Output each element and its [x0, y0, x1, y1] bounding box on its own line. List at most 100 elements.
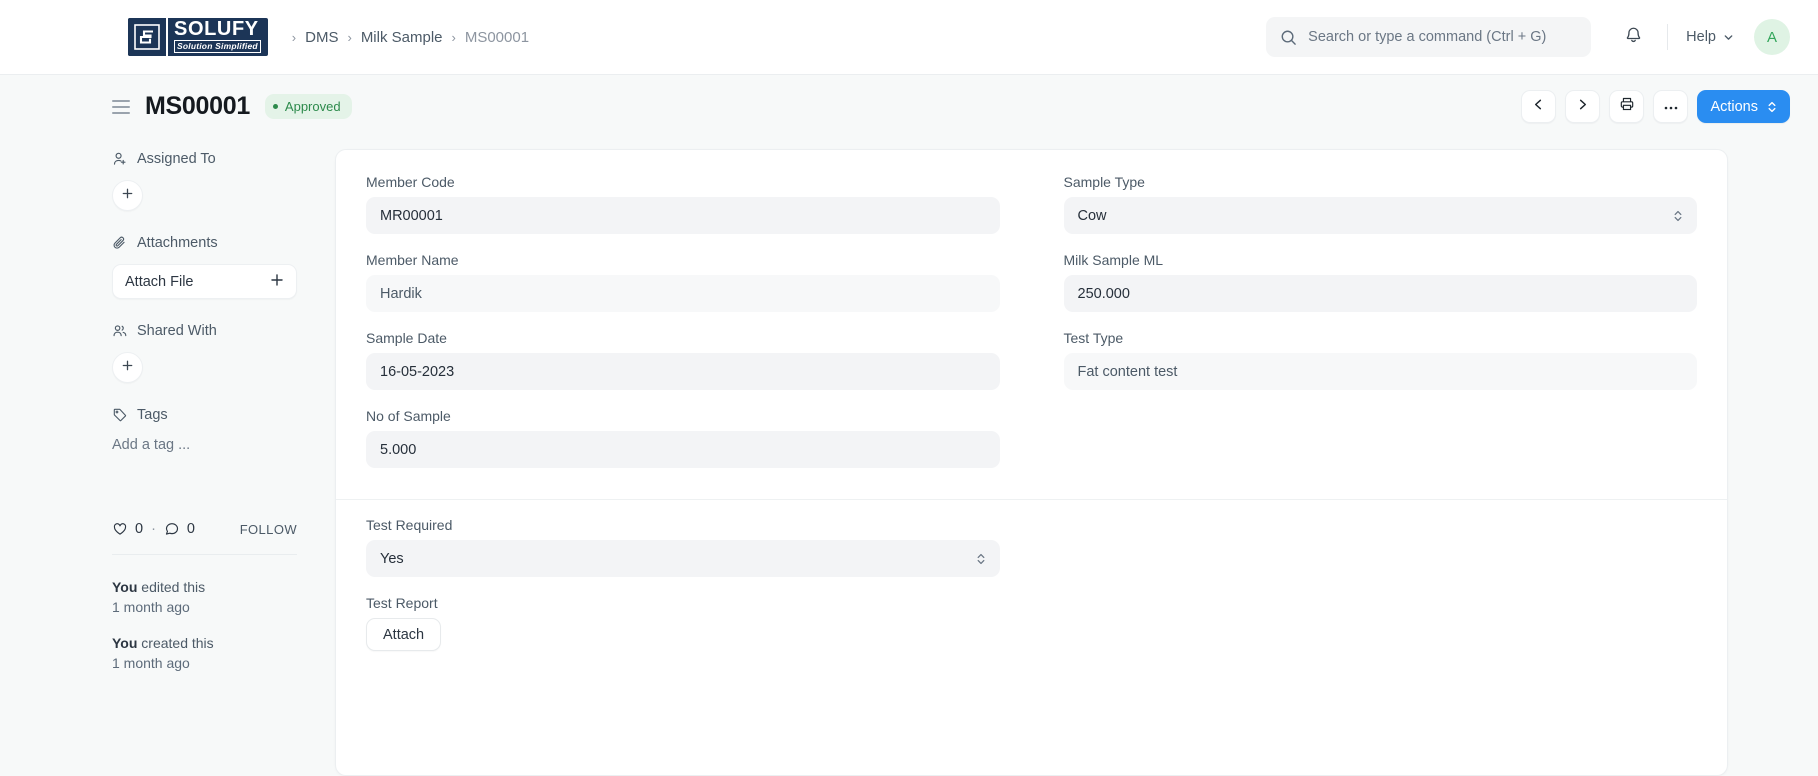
breadcrumb-separator: › — [451, 29, 456, 45]
sample-type-select[interactable]: Cow — [1063, 197, 1697, 234]
breadcrumb-item-milk-sample[interactable]: Milk Sample — [361, 29, 443, 46]
tags-header: Tags — [112, 407, 335, 423]
avatar[interactable]: A — [1754, 19, 1790, 55]
field-label: Test Report — [366, 595, 438, 611]
paperclip-icon — [112, 235, 128, 251]
activity-item: You created this 1 month ago — [112, 633, 297, 673]
field-label: Test Type — [1063, 330, 1124, 346]
test-required-select[interactable]: Yes — [366, 540, 1000, 577]
actions-button[interactable]: Actions — [1697, 90, 1790, 123]
field-test-report: Test Report Attach — [366, 595, 1000, 651]
hamburger-icon[interactable] — [112, 99, 132, 114]
breadcrumb: › DMS › Milk Sample › MS00001 — [283, 29, 529, 46]
form-section-primary: Member Code MR00001 Member Name Hardik S… — [336, 174, 1727, 500]
field-label: Member Name — [366, 252, 459, 268]
field-member-name: Member Name Hardik — [366, 252, 1000, 312]
field-label: Sample Type — [1063, 174, 1145, 190]
meta-divider — [112, 554, 297, 555]
milk-sample-ml-input[interactable]: 250.000 — [1063, 275, 1697, 312]
field-label: Member Code — [366, 174, 455, 190]
help-menu-button[interactable]: Help — [1686, 29, 1734, 45]
chevron-down-icon — [1723, 32, 1734, 43]
global-search[interactable] — [1266, 17, 1592, 57]
solufy-logo-wordmark: SOLUFY Solution Simplified — [166, 18, 268, 56]
search-input[interactable] — [1308, 29, 1578, 45]
next-record-button[interactable] — [1565, 90, 1601, 123]
chevron-up-down-icon — [1673, 209, 1683, 223]
help-label: Help — [1686, 29, 1716, 45]
logo-word: SOLUFY — [174, 18, 259, 40]
member-name-input[interactable]: Hardik — [366, 275, 1000, 312]
test-type-input[interactable]: Fat content test — [1063, 353, 1697, 390]
activity-actor: You — [112, 635, 138, 651]
navbar-divider — [1667, 24, 1669, 50]
chevron-left-icon — [1532, 98, 1545, 116]
previous-record-button[interactable] — [1521, 90, 1557, 123]
status-badge: Approved — [264, 94, 352, 119]
form-column-right-secondary — [1032, 517, 1698, 669]
add-assignee-button[interactable] — [112, 180, 143, 211]
heart-icon[interactable] — [112, 521, 128, 537]
engagement-row: 0 · 0 FOLLOW — [112, 521, 297, 537]
chevron-right-icon — [1576, 98, 1589, 116]
sidebar-section-assigned-to: Assigned To — [112, 151, 335, 211]
page-title: MS00001 — [145, 92, 250, 120]
page-body: Assigned To Attachments Attach File Shar… — [0, 138, 1818, 776]
activity-item: You edited this 1 month ago — [112, 577, 297, 617]
plus-icon — [121, 359, 134, 377]
avatar-initial: A — [1766, 28, 1777, 46]
form-column-left-secondary: Test Required Yes Test Report Attach — [366, 517, 1032, 669]
breadcrumb-item-current: MS00001 — [464, 28, 530, 46]
user-plus-icon — [112, 151, 128, 167]
breadcrumb-separator: › — [291, 29, 297, 45]
search-icon — [1280, 29, 1297, 46]
breadcrumb-item-dms[interactable]: DMS — [305, 29, 338, 46]
attachments-label: Attachments — [137, 235, 218, 251]
users-icon — [112, 323, 128, 339]
activity-actor: You — [112, 579, 138, 595]
page-header: MS00001 Approved Actions — [0, 75, 1818, 138]
tags-label: Tags — [137, 407, 168, 423]
field-label: Sample Date — [366, 330, 447, 346]
comment-icon[interactable] — [164, 521, 180, 537]
activity-time: 1 month ago — [112, 655, 190, 671]
field-label: No of Sample — [366, 408, 451, 424]
field-test-type: Test Type Fat content test — [1063, 330, 1697, 390]
add-tag-input[interactable]: Add a tag ... — [112, 436, 335, 453]
member-code-input[interactable]: MR00001 — [366, 197, 1000, 234]
print-button[interactable] — [1609, 90, 1645, 123]
follow-button[interactable]: FOLLOW — [240, 522, 297, 537]
field-sample-date: Sample Date 16-05-2023 — [366, 330, 1000, 390]
status-dot-icon — [272, 104, 278, 109]
sidebar-section-attachments: Attachments Attach File — [112, 235, 335, 299]
sidebar-section-tags: Tags Add a tag ... — [112, 407, 335, 453]
sidebar-section-shared-with: Shared With — [112, 323, 335, 383]
shared-with-header: Shared With — [112, 323, 335, 339]
solufy-logo[interactable]: SOLUFY Solution Simplified — [128, 18, 268, 56]
top-navbar: SOLUFY Solution Simplified › DMS › Milk … — [0, 0, 1818, 75]
attach-file-label: Attach File — [125, 273, 194, 290]
notifications-button[interactable] — [1617, 21, 1649, 53]
attachments-header: Attachments — [112, 235, 335, 251]
chevron-up-down-icon — [1767, 100, 1777, 114]
assigned-to-header: Assigned To — [112, 151, 335, 167]
field-milk-sample-ml: Milk Sample ML 250.000 — [1063, 252, 1697, 312]
status-label: Approved — [284, 99, 341, 114]
logo-tagline: Solution Simplified — [174, 40, 261, 53]
more-options-button[interactable] — [1653, 90, 1689, 123]
field-label: Test Required — [366, 517, 453, 533]
assigned-to-label: Assigned To — [137, 151, 216, 167]
plus-icon — [121, 187, 134, 205]
field-member-code: Member Code MR00001 — [366, 174, 1000, 234]
activity-time: 1 month ago — [112, 599, 190, 615]
add-shared-user-button[interactable] — [112, 352, 143, 383]
printer-icon — [1619, 96, 1635, 117]
page-header-actions: Actions — [1521, 90, 1790, 123]
form-section-secondary: Test Required Yes Test Report Attach — [336, 500, 1727, 669]
sample-date-input[interactable]: 16-05-2023 — [366, 353, 1000, 390]
test-report-attach-button[interactable]: Attach — [366, 618, 442, 651]
no-of-sample-input[interactable]: 5.000 — [366, 431, 1000, 468]
form-column-left: Member Code MR00001 Member Name Hardik S… — [366, 174, 1032, 486]
attach-file-button[interactable]: Attach File — [112, 264, 297, 299]
field-no-of-sample: No of Sample 5.000 — [366, 408, 1000, 468]
